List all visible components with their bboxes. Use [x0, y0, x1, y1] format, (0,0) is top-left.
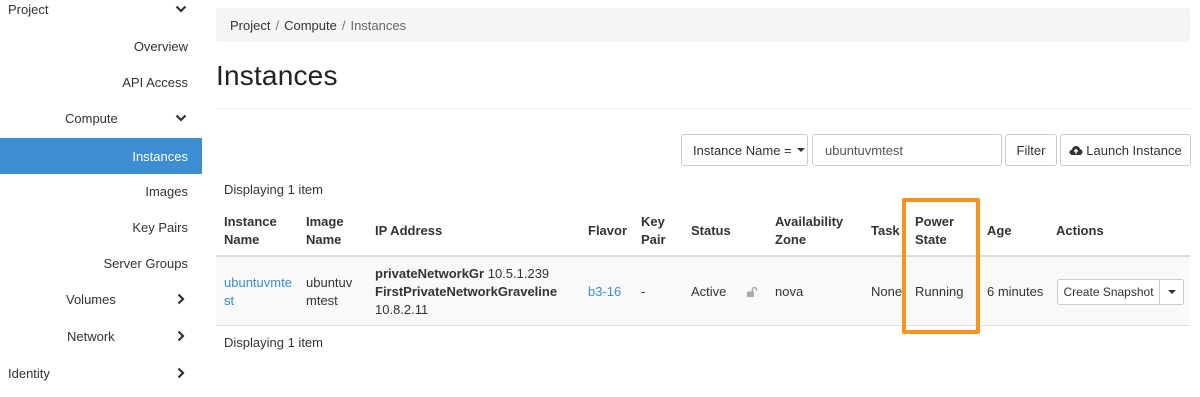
filter-button[interactable]: Filter: [1005, 134, 1057, 166]
ip-network-1-address: 10.5.1.239: [487, 266, 550, 281]
sidebar-item-label: Project: [8, 1, 49, 17]
actions-dropdown-toggle[interactable]: [1159, 279, 1184, 305]
header-task[interactable]: Task: [871, 222, 900, 240]
header-instance-name-line2: Name: [224, 232, 260, 247]
header-key-pair-line1: Key: [641, 214, 665, 229]
sidebar-item-key-pairs[interactable]: Key Pairs: [0, 209, 202, 245]
caret-down-icon: [1167, 290, 1176, 294]
image-name-line2: mtest: [306, 293, 338, 308]
header-availability-zone[interactable]: Availability Zone: [775, 213, 843, 249]
chevron-down-icon: [174, 111, 188, 125]
cloud-upload-icon: [1069, 146, 1083, 155]
filter-field-select[interactable]: Instance Name =: [681, 134, 808, 166]
header-instance-name-line1: Instance: [224, 214, 277, 229]
header-age[interactable]: Age: [987, 222, 1012, 240]
sidebar-item-identity[interactable]: Identity: [0, 355, 202, 391]
sidebar-item-network[interactable]: Network: [0, 318, 202, 354]
page-title: Instances: [216, 60, 338, 91]
sidebar-item-project[interactable]: Project: [0, 0, 202, 27]
sidebar-item-label: Identity: [8, 365, 50, 381]
displaying-count-bottom: Displaying 1 item: [224, 335, 323, 350]
instance-name-line2: st: [224, 293, 235, 308]
breadcrumb-separator: /: [275, 17, 280, 33]
header-status[interactable]: Status: [691, 222, 731, 240]
sidebar-item-label: Overview: [133, 38, 188, 54]
chevron-down-icon: [174, 2, 188, 16]
sidebar-item-server-groups[interactable]: Server Groups: [0, 245, 202, 281]
ip-address-cell: privateNetworkGr 10.5.1.239 FirstPrivate…: [375, 265, 557, 319]
sidebar-item-label: Server Groups: [103, 255, 188, 271]
sidebar-item-label: Volumes: [66, 291, 116, 307]
create-snapshot-button[interactable]: Create Snapshot: [1057, 279, 1160, 305]
status-cell: Active: [691, 284, 727, 299]
header-image-name[interactable]: Image Name: [306, 213, 344, 249]
sidebar-item-label: Images: [145, 183, 188, 199]
task-cell: None: [871, 284, 903, 299]
breadcrumb-compute[interactable]: Compute: [284, 18, 337, 33]
header-flavor[interactable]: Flavor: [588, 222, 627, 240]
launch-instance-button[interactable]: Launch Instance: [1060, 134, 1191, 166]
header-image-name-line1: Image: [306, 214, 344, 229]
unlock-icon[interactable]: [746, 286, 758, 298]
image-name-cell: ubuntuv mtest: [306, 274, 352, 310]
caret-down-icon: [796, 148, 805, 152]
power-state-highlight-box: [902, 198, 980, 334]
sidebar-item-label: Compute: [65, 110, 118, 126]
sidebar-item-instances[interactable]: Instances: [0, 138, 202, 174]
chevron-right-icon: [174, 292, 188, 306]
header-instance-name[interactable]: Instance Name: [224, 213, 277, 249]
displaying-count-top: Displaying 1 item: [224, 182, 323, 197]
instance-name-line1: ubuntuvmte: [224, 275, 292, 290]
sidebar: Project Overview API Access Compute Inst…: [0, 0, 202, 397]
header-availability-zone-line1: Availability: [775, 214, 844, 229]
chevron-right-icon: [174, 366, 188, 380]
ip-network-2-name: FirstPrivateNetworkGraveline: [375, 284, 558, 299]
breadcrumb-separator: /: [341, 17, 346, 33]
table-header: Instance Name Image Name IP Address Flav…: [216, 205, 1190, 257]
ip-network-1-name: privateNetworkGr: [375, 266, 485, 281]
sidebar-item-label: Instances: [132, 148, 188, 164]
flavor-link[interactable]: b3-16: [588, 283, 621, 301]
chevron-right-icon: [174, 329, 188, 343]
sidebar-item-label: API Access: [122, 74, 188, 90]
breadcrumb-instances: Instances: [350, 17, 407, 33]
header-key-pair-line2: Pair: [641, 232, 666, 247]
instance-name-link[interactable]: ubuntuvmte st: [224, 274, 292, 310]
filter-field-label: Instance Name =: [693, 142, 792, 158]
sidebar-item-images[interactable]: Images: [0, 173, 202, 209]
header-image-name-line2: Name: [306, 232, 342, 247]
sidebar-item-compute[interactable]: Compute: [0, 100, 202, 136]
filter-input[interactable]: [812, 134, 1002, 166]
sidebar-item-label: Key Pairs: [132, 219, 188, 235]
sidebar-item-volumes[interactable]: Volumes: [0, 281, 202, 317]
header-ip-address[interactable]: IP Address: [375, 222, 442, 240]
key-pair-cell: -: [641, 284, 646, 299]
header-availability-zone-line2: Zone: [775, 232, 807, 247]
header-actions: Actions: [1056, 223, 1104, 238]
breadcrumb: Project / Compute / Instances: [216, 8, 1190, 42]
launch-instance-label: Launch Instance: [1086, 142, 1182, 158]
image-name-line1: ubuntuv: [306, 275, 353, 290]
divider: [216, 108, 1190, 109]
availability-zone-cell: nova: [775, 284, 804, 299]
sidebar-item-api-access[interactable]: API Access: [0, 64, 202, 100]
ip-network-2-address: 10.8.2.11: [375, 302, 429, 317]
sidebar-item-overview[interactable]: Overview: [0, 28, 202, 64]
age-cell: 6 minutes: [987, 284, 1044, 299]
sidebar-item-label: Network: [67, 328, 115, 344]
header-key-pair[interactable]: Key Pair: [641, 213, 666, 249]
breadcrumb-project[interactable]: Project: [230, 18, 270, 33]
